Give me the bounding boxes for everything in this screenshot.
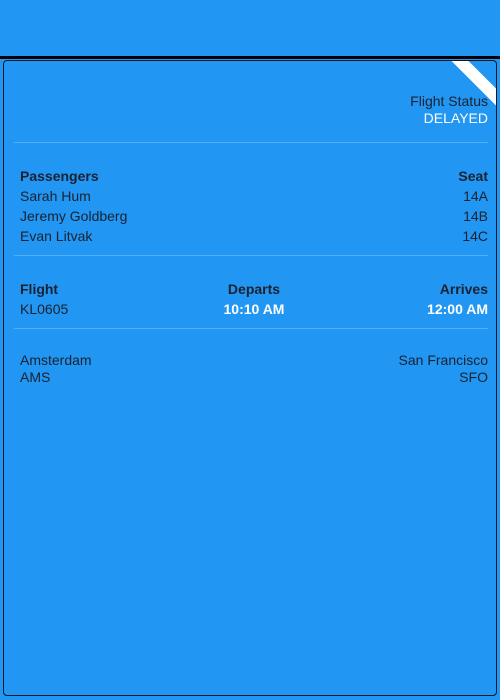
passenger-name: Evan Litvak [20, 228, 93, 244]
boarding-pass-card: Flight Status DELAYED Passengers Seat Sa… [3, 60, 497, 696]
flight-status-value: DELAYED [423, 110, 488, 126]
departs-label: Departs [227, 281, 281, 297]
passenger-name: Jeremy Goldberg [20, 208, 128, 224]
origin-city: Amsterdam [20, 352, 92, 368]
departs-time: 10:10 AM [223, 301, 285, 317]
flight-status-block: Flight Status DELAYED [410, 93, 488, 127]
destination-code: SFO [459, 369, 488, 385]
divider [14, 255, 488, 256]
passenger-seat: 14B [463, 208, 488, 224]
top-bar [0, 0, 500, 59]
arrives-time: 12:00 AM [427, 301, 488, 317]
flight-label: Flight [20, 281, 59, 297]
flight-number: KL0605 [20, 301, 69, 317]
passenger-row: Jeremy Goldberg 14B [20, 206, 488, 226]
passenger-seat: 14A [463, 188, 488, 204]
passenger-row: Evan Litvak 14C [20, 226, 488, 246]
divider [14, 328, 488, 329]
flight-status-label: Flight Status [410, 93, 488, 109]
flight-values-row: KL0605 12:00 AM 10:10 AM [20, 299, 488, 319]
passenger-row: Sarah Hum 14A [20, 186, 488, 206]
divider [14, 142, 488, 143]
passengers-label: Passengers [20, 168, 99, 184]
passenger-seat: 14C [462, 228, 488, 244]
route-cities-row: Amsterdam San Francisco [20, 352, 488, 369]
arrives-label: Arrives [439, 281, 488, 297]
passenger-name: Sarah Hum [20, 188, 91, 204]
destination-city: San Francisco [398, 352, 488, 368]
route-codes-row: AMS SFO [20, 369, 488, 386]
flight-header-row: Flight Arrives Departs [20, 279, 488, 299]
seat-label: Seat [458, 168, 488, 184]
origin-code: AMS [20, 369, 51, 385]
passengers-header: Passengers Seat [20, 166, 488, 186]
